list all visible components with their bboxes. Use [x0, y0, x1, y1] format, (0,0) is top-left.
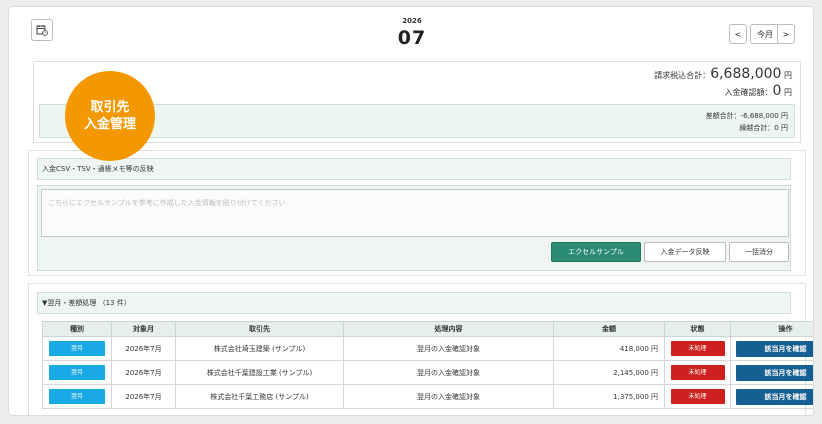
apply-payment-data-button[interactable]: 入金データ反映: [644, 242, 726, 262]
table-row: 翌月 2026年7月 株式会社埼玉建築 (サンプル) 翌月の入金確認対象 418…: [42, 336, 813, 361]
target-month-cell: 2026年7月: [111, 336, 176, 361]
status-badge: 未処理: [670, 365, 725, 380]
prev-month-button[interactable]: <: [729, 24, 747, 44]
billing-total: 請求税込合計：6,688,000 円: [654, 66, 792, 82]
check-month-button[interactable]: 該当月を確認: [735, 388, 813, 405]
difference-total: 差額合計：-6,688,000 円: [705, 112, 788, 120]
amount-cell: 1,375,000 円: [553, 384, 665, 409]
type-badge: 翌月: [49, 365, 105, 380]
bulk-clear-button[interactable]: 一括消分: [729, 242, 789, 262]
table-row: 翌月 2026年7月 株式会社千葉建設工業 (サンプル) 翌月の入金確認対象 2…: [42, 360, 813, 385]
column-header: 状態: [664, 321, 731, 337]
next-month-panel-title[interactable]: ▼翌月・差額処理 （13 件）: [37, 292, 791, 314]
table-row: 翌月 2026年7月 株式会社千葉工務店 (サンプル) 翌月の入金確認対象 1,…: [42, 384, 813, 409]
column-header: 取引先: [175, 321, 344, 337]
partner-payment-badge: 取引先 入金管理: [65, 71, 155, 161]
next-month-button[interactable]: >: [777, 24, 795, 44]
partner-cell: 株式会社千葉建設工業 (サンプル): [175, 360, 344, 385]
check-month-button[interactable]: 該当月を確認: [735, 364, 813, 381]
column-header: 対象月: [111, 321, 176, 337]
next-month-panel: ▼翌月・差額処理 （13 件） 種別 対象月 取引先 処理内容 金額 状態 操作…: [28, 283, 813, 415]
check-month-button[interactable]: 該当月を確認: [735, 340, 813, 357]
type-badge: 翌月: [49, 341, 105, 356]
process-content-cell: 翌月の入金確認対象: [343, 336, 554, 361]
partner-cell: 株式会社埼玉建築 (サンプル): [175, 336, 344, 361]
partner-cell: 株式会社千葉工務店 (サンプル): [175, 384, 344, 409]
import-panel: 入金CSV・TSV・通帳メモ等の反映 こちらにエクセルサンプルを参考に作成した入…: [28, 150, 806, 276]
column-header: 処理内容: [343, 321, 554, 337]
page-frame: 2026 07 < 今月 > 請求税込合計：6,688,000 円 入金確認額：…: [8, 6, 814, 416]
excel-sample-button[interactable]: エクセルサンプル: [551, 242, 641, 262]
table-header-row: 種別 対象月 取引先 処理内容 金額 状態 操作: [42, 321, 813, 337]
carryover-total: 繰越合計：0 円: [739, 124, 788, 132]
amount-cell: 2,145,000 円: [553, 360, 665, 385]
status-badge: 未処理: [670, 389, 725, 404]
target-month-cell: 2026年7月: [111, 360, 176, 385]
payment-table: 種別 対象月 取引先 処理内容 金額 状態 操作 翌月 2026年7月 株式会社…: [42, 321, 813, 409]
type-badge: 翌月: [49, 389, 105, 404]
year-label: 2026: [402, 17, 422, 25]
target-month-cell: 2026年7月: [111, 384, 176, 409]
import-textarea[interactable]: こちらにエクセルサンプルを参考に作成した入金情報を貼り付けてください: [41, 189, 789, 237]
process-content-cell: 翌月の入金確認対象: [343, 360, 554, 385]
month-label: 07: [397, 27, 427, 49]
import-panel-title: 入金CSV・TSV・通帳メモ等の反映: [37, 158, 791, 180]
this-month-button[interactable]: 今月: [750, 24, 780, 44]
confirmed-total: 入金確認額：0 円: [724, 83, 792, 99]
process-content-cell: 翌月の入金確認対象: [343, 384, 554, 409]
amount-cell: 418,000 円: [553, 336, 665, 361]
column-header: 金額: [553, 321, 665, 337]
column-header: 種別: [42, 321, 112, 337]
status-badge: 未処理: [670, 341, 725, 356]
column-header: 操作: [730, 321, 813, 337]
import-panel-body: こちらにエクセルサンプルを参考に作成した入金情報を貼り付けてください エクセルサ…: [37, 185, 791, 271]
